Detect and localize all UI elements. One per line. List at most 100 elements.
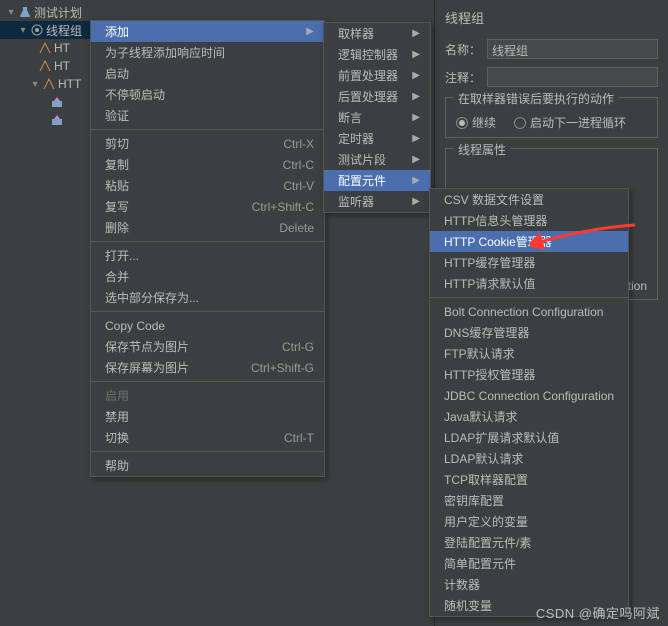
- menu-item[interactable]: 定时器▶: [324, 128, 430, 149]
- chevron-right-icon: ▶: [412, 70, 420, 81]
- menu-item[interactable]: 复写 Ctrl+Shift-C: [91, 196, 324, 217]
- menu-item[interactable]: 简单配置元件: [430, 553, 628, 574]
- menu-item-label: 保存节点为图片: [105, 338, 189, 355]
- menu-item-label: 启用: [105, 387, 129, 404]
- menu-item-label: 剪切: [105, 135, 129, 152]
- menu-item-label: 复写: [105, 198, 129, 215]
- menu-item-label: 用户定义的变量: [444, 513, 528, 530]
- menu-item[interactable]: 添加▶: [91, 21, 324, 42]
- radio-continue[interactable]: 继续: [456, 114, 496, 131]
- menu-item-label: 随机变量: [444, 597, 492, 614]
- menu-item[interactable]: 密钥库配置: [430, 490, 628, 511]
- menu-separator: [91, 311, 324, 312]
- tree-item[interactable]: [0, 111, 90, 129]
- menu-item[interactable]: 启动: [91, 63, 324, 84]
- menu-item[interactable]: 切换Ctrl-T: [91, 427, 324, 448]
- sampler-icon: [38, 59, 52, 73]
- menu-item[interactable]: 复制Ctrl-C: [91, 154, 324, 175]
- radio-label: 启动下一进程循环: [530, 114, 626, 131]
- menu-item[interactable]: TCP取样器配置: [430, 469, 628, 490]
- menu-item[interactable]: 断言▶: [324, 107, 430, 128]
- radio-next-loop[interactable]: 启动下一进程循环: [514, 114, 626, 131]
- menu-item[interactable]: 验证: [91, 105, 324, 126]
- menu-item-label: HTTP信息头管理器: [444, 212, 547, 229]
- menu-item-label: 后置处理器: [338, 88, 398, 105]
- menu-item[interactable]: 逻辑控制器▶: [324, 44, 430, 65]
- menu-item[interactable]: HTTP请求默认值: [430, 273, 628, 294]
- submenu-add: 取样器▶逻辑控制器▶前置处理器▶后置处理器▶断言▶定时器▶测试片段▶配置元件▶监…: [323, 22, 431, 213]
- menu-item[interactable]: 禁用: [91, 406, 324, 427]
- menu-item[interactable]: 保存屏幕为图片Ctrl+Shift-G: [91, 357, 324, 378]
- menu-item[interactable]: 保存节点为图片Ctrl-G: [91, 336, 324, 357]
- menu-item[interactable]: 选中部分保存为...: [91, 287, 324, 308]
- box-title: 线程属性: [454, 141, 510, 158]
- menu-item[interactable]: 粘贴Ctrl-V: [91, 175, 324, 196]
- menu-item[interactable]: 监听器▶: [324, 191, 430, 212]
- chevron-right-icon: ▶: [412, 91, 420, 102]
- menu-item-label: 合并: [105, 268, 129, 285]
- menu-item[interactable]: 为子线程添加响应时间: [91, 42, 324, 63]
- tree-item-label: HTT: [58, 77, 81, 91]
- menu-item[interactable]: 计数器: [430, 574, 628, 595]
- name-input[interactable]: 线程组: [487, 39, 658, 59]
- menu-item[interactable]: 测试片段▶: [324, 149, 430, 170]
- chevron-right-icon: ▶: [412, 196, 420, 207]
- menu-item[interactable]: 登陆配置元件/素: [430, 532, 628, 553]
- menu-item[interactable]: HTTP信息头管理器: [430, 210, 628, 231]
- menu-item-label: Copy Code: [105, 319, 165, 333]
- menu-item[interactable]: HTTP Cookie管理器: [430, 231, 628, 252]
- menu-item-label: 计数器: [444, 576, 480, 593]
- menu-item[interactable]: HTTP授权管理器: [430, 364, 628, 385]
- chevron-right-icon: ▶: [412, 49, 420, 60]
- menu-item-label: 打开...: [105, 247, 139, 264]
- menu-shortcut: Delete: [279, 221, 314, 235]
- menu-item[interactable]: 帮助: [91, 455, 324, 476]
- menu-item[interactable]: FTP默认请求: [430, 343, 628, 364]
- menu-item[interactable]: 配置元件▶: [324, 170, 430, 191]
- tree-item[interactable]: [0, 93, 90, 111]
- tree-thread-group[interactable]: 线程组: [0, 21, 90, 39]
- menu-item-label: 删除: [105, 219, 129, 236]
- radio-label: 继续: [472, 114, 496, 131]
- menu-item-label: 定时器: [338, 130, 374, 147]
- menu-item[interactable]: Java默认请求: [430, 406, 628, 427]
- name-field-row: 名称： 线程组: [445, 39, 658, 59]
- menu-shortcut: Ctrl+Shift-C: [252, 200, 314, 214]
- menu-item: 启用: [91, 385, 324, 406]
- menu-item-label: 切换: [105, 429, 129, 446]
- comment-input[interactable]: [487, 67, 658, 87]
- menu-item-label: Bolt Connection Configuration: [444, 305, 603, 319]
- tree-item[interactable]: HTT: [0, 75, 90, 93]
- menu-item[interactable]: Copy Code: [91, 315, 324, 336]
- menu-item[interactable]: 剪切Ctrl-X: [91, 133, 324, 154]
- menu-item-label: LDAP默认请求: [444, 450, 523, 467]
- menu-item[interactable]: 用户定义的变量: [430, 511, 628, 532]
- menu-item-label: 验证: [105, 107, 129, 124]
- tree-item[interactable]: HT: [0, 39, 90, 57]
- menu-item[interactable]: HTTP缓存管理器: [430, 252, 628, 273]
- caret-icon: [6, 7, 16, 18]
- menu-item[interactable]: 删除 Delete: [91, 217, 324, 238]
- menu-item[interactable]: DNS缓存管理器: [430, 322, 628, 343]
- gear-icon: [30, 23, 44, 37]
- tree-item-label: HT: [54, 59, 70, 73]
- menu-item[interactable]: 打开...: [91, 245, 324, 266]
- menu-item[interactable]: 不停顿启动: [91, 84, 324, 105]
- menu-item[interactable]: CSV 数据文件设置: [430, 189, 628, 210]
- menu-item[interactable]: 取样器▶: [324, 23, 430, 44]
- submenu-config-element: CSV 数据文件设置 HTTP信息头管理器 HTTP Cookie管理器HTTP缓存…: [429, 188, 629, 617]
- tree-item[interactable]: HT: [0, 57, 90, 75]
- menu-item[interactable]: Bolt Connection Configuration: [430, 301, 628, 322]
- menu-item[interactable]: LDAP默认请求: [430, 448, 628, 469]
- menu-item[interactable]: 合并: [91, 266, 324, 287]
- menu-item-label: DNS缓存管理器: [444, 324, 529, 341]
- menu-separator: [91, 241, 324, 242]
- menu-item-label: TCP取样器配置: [444, 471, 528, 488]
- menu-item[interactable]: 前置处理器▶: [324, 65, 430, 86]
- menu-item-label: 测试片段: [338, 151, 386, 168]
- menu-item[interactable]: LDAP扩展请求默认值: [430, 427, 628, 448]
- menu-item[interactable]: JDBC Connection Configuration: [430, 385, 628, 406]
- menu-item[interactable]: 后置处理器 ▶: [324, 86, 430, 107]
- menu-item-label: CSV 数据文件设置: [444, 191, 544, 208]
- tree-root[interactable]: 测试计划: [0, 3, 90, 21]
